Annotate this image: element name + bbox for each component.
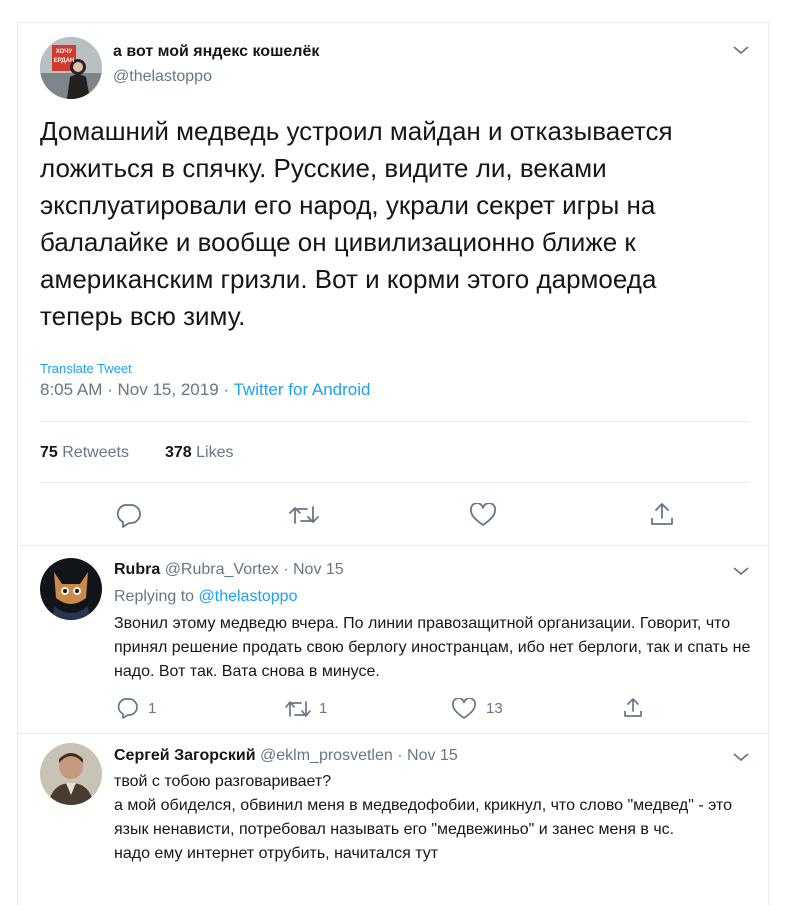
retweets-label: Retweets [62,444,129,461]
meta-separator: · [223,380,230,399]
like-count: 13 [486,700,503,717]
tweet-time[interactable]: 8:05 AM [40,380,102,399]
replying-to: Replying to @thelastoppo [114,588,297,606]
retweet-icon[interactable] [287,503,321,527]
reply-text: Звонил этому медведю вчера. По линии пра… [114,615,751,680]
retweets-stat[interactable]: 75 Retweets [40,444,129,462]
divider [40,482,749,483]
reply-separator: · [283,561,289,578]
reply-chevron-down-icon[interactable] [732,751,750,763]
replying-label: Replying to [114,588,195,605]
meta-separator: · [107,380,113,399]
reply-icon[interactable] [114,502,142,528]
main-tweet-text: Домашний медведь устроил майдан и отказы… [40,116,673,331]
main-avatar[interactable]: ХОЧУ ЕРДАН [40,37,102,99]
heart-icon[interactable] [469,503,497,527]
cat-avatar-image [40,558,102,620]
reply-line: а мой обиделся, обвинил меня в медведофо… [114,797,733,838]
likes-stat[interactable]: 378 Likes [165,444,234,462]
tweet-source[interactable]: Twitter for Android [233,380,370,399]
main-avatar-image [40,37,102,99]
reply-handle[interactable]: @eklm_prosvetlen [260,747,393,764]
reply-date[interactable]: Nov 15 [407,747,458,764]
retweet-count: 1 [319,700,328,717]
share-icon[interactable] [649,501,675,527]
reply-avatar[interactable] [40,743,102,805]
reply-text: твой с тобою разговаривает? а мой обидел… [114,770,754,866]
main-chevron-down-icon[interactable] [732,44,750,56]
reply-line: надо ему интернет отрубить, начитался ту… [114,845,439,862]
divider [18,733,768,734]
main-display-name[interactable]: а вот мой яндекс кошелёк [113,43,319,61]
reply-avatar[interactable] [40,558,102,620]
tweet-meta: 8:05 AM · Nov 15, 2019 · Twitter for And… [40,380,371,400]
reply-count: 1 [148,700,157,717]
retweets-count: 75 [40,444,58,461]
translate-tweet-link[interactable]: Translate Tweet [40,361,132,376]
main-handle[interactable]: @thelastoppo [113,68,212,86]
reply-header: Rubra @Rubra_Vortex · Nov 15 [114,561,344,579]
avatar-sign-text: ХОЧУ ЕРДАН [53,49,75,64]
heart-icon[interactable] [451,698,477,720]
man-avatar-image [40,743,102,805]
reply-date[interactable]: Nov 15 [293,561,344,578]
likes-label: Likes [196,444,234,461]
tweet-date[interactable]: Nov 15, 2019 [118,380,219,399]
reply-header: Сергей Загорский @eklm_prosvetlen · Nov … [114,747,458,765]
reply-line: твой с тобою разговаривает? [114,773,332,790]
reply-icon[interactable] [115,697,139,719]
reply-display-name[interactable]: Сергей Загорский [114,747,256,764]
divider [40,421,749,422]
reply-chevron-down-icon[interactable] [732,565,750,577]
share-icon[interactable] [622,696,644,720]
replying-handle[interactable]: @thelastoppo [199,588,298,605]
reply-separator: · [397,747,403,764]
divider [18,545,768,546]
reply-display-name[interactable]: Rubra [114,561,160,578]
retweet-icon[interactable] [283,698,313,720]
likes-count: 378 [165,444,192,461]
reply-handle[interactable]: @Rubra_Vortex [165,561,279,578]
